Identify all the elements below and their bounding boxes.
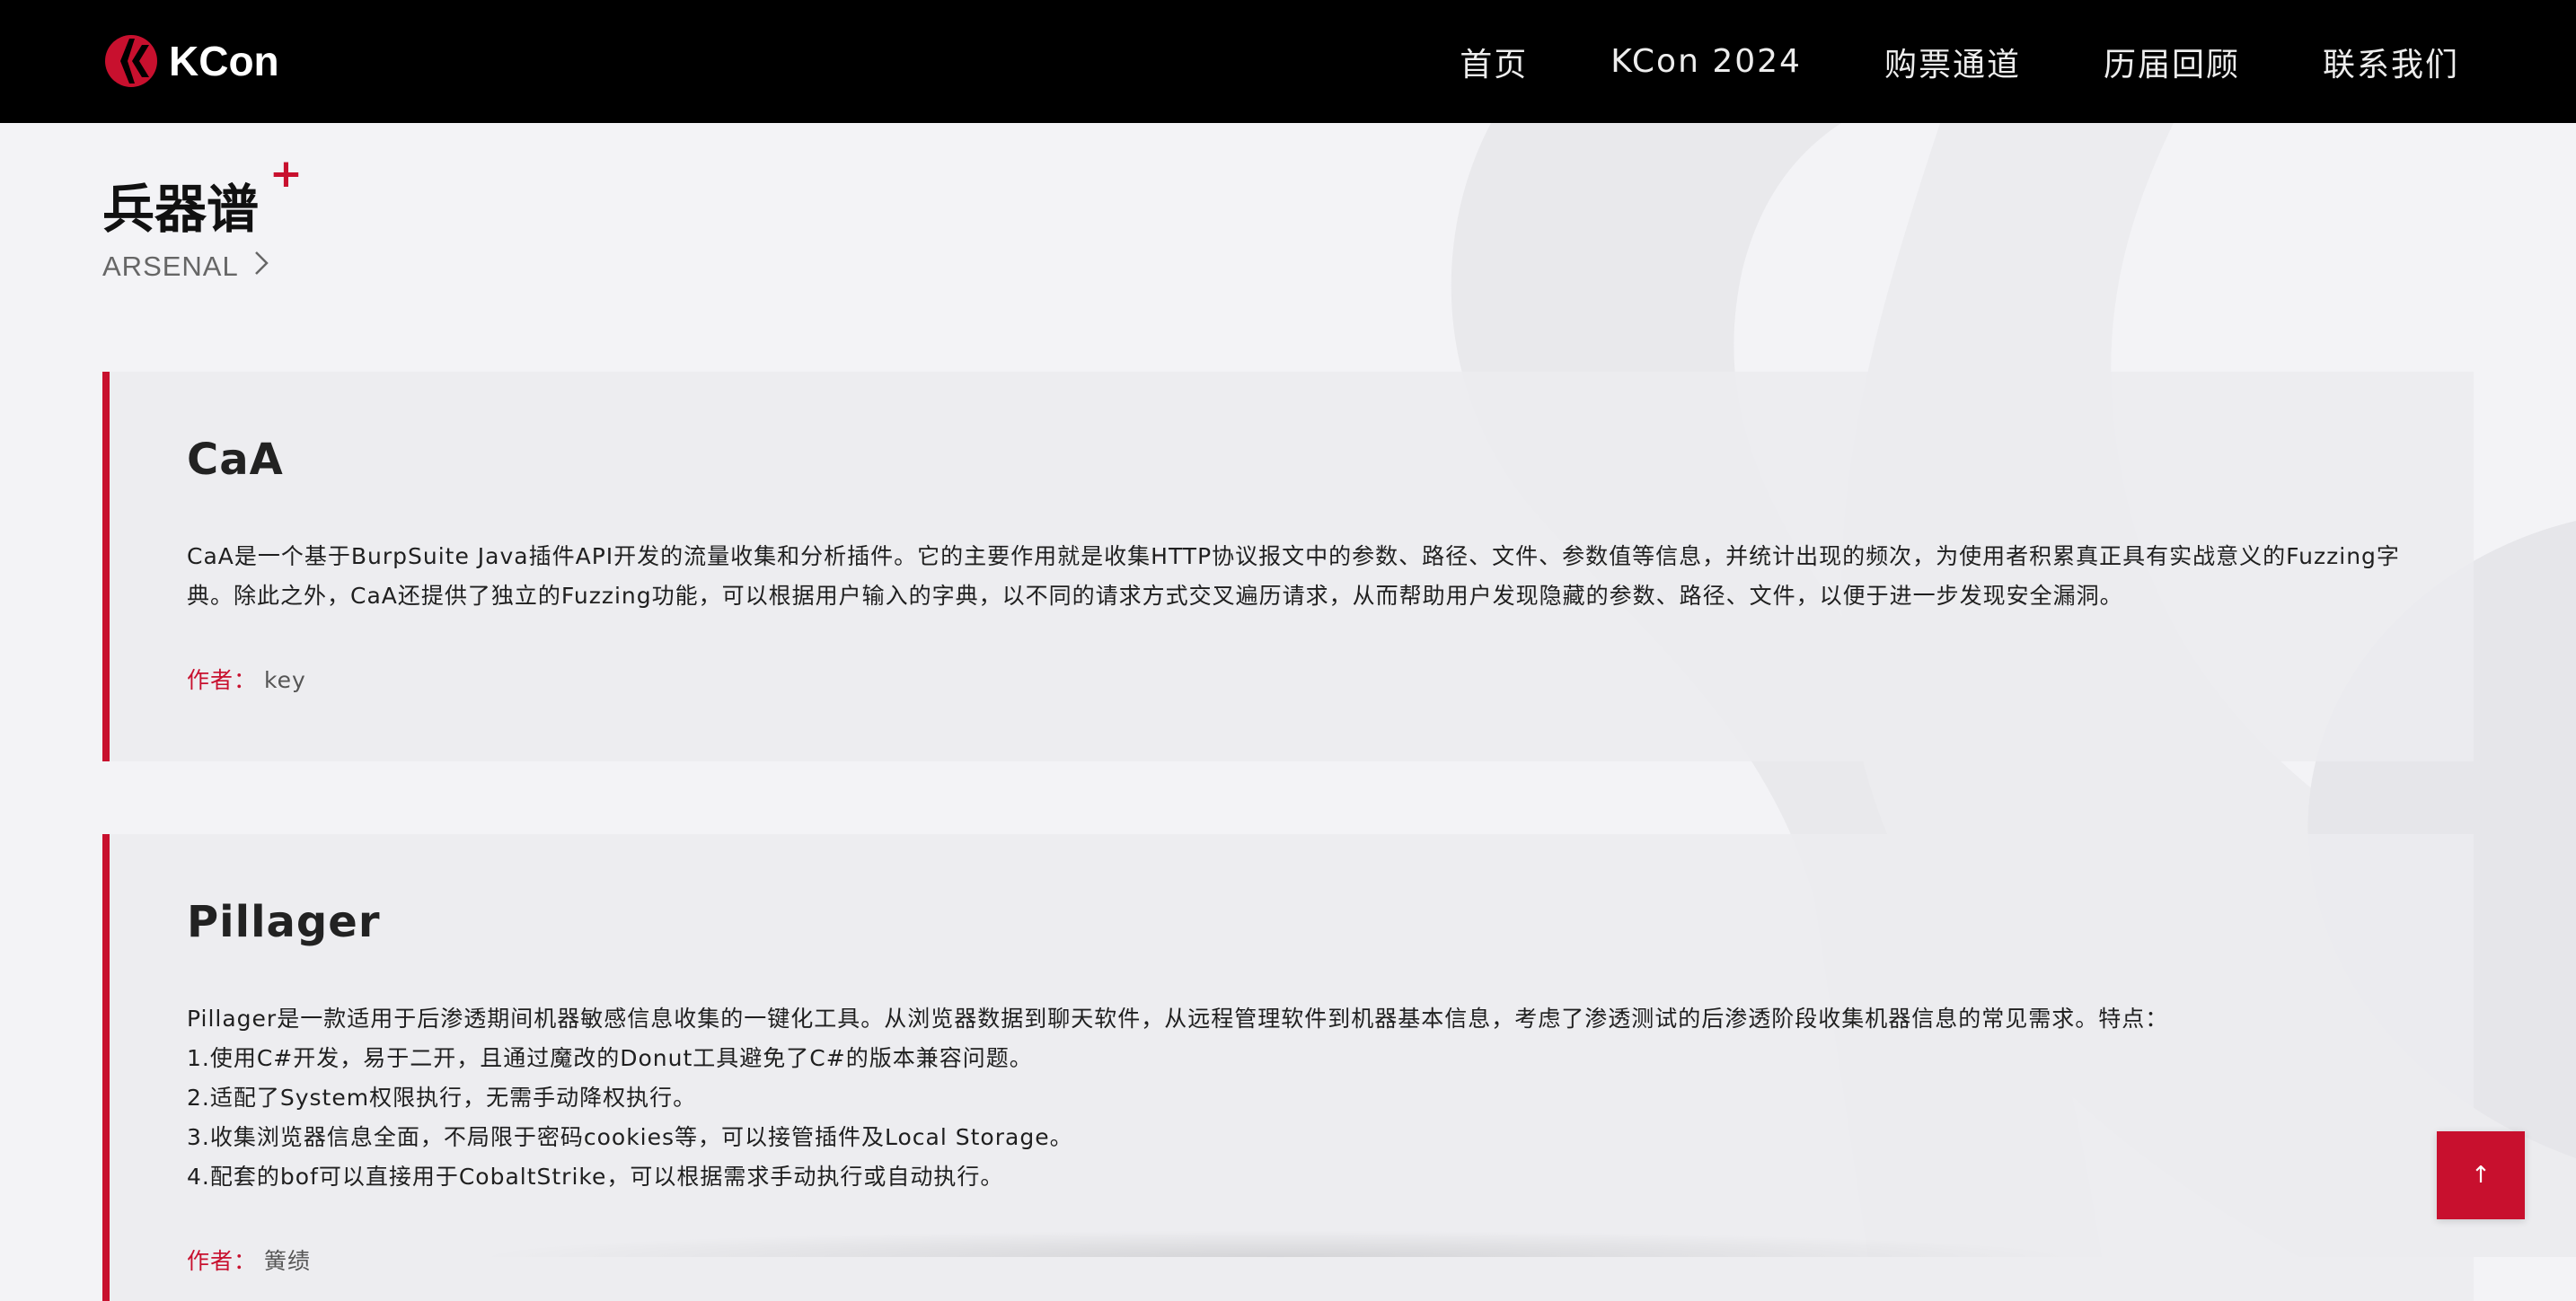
author-label: 作者： [187, 667, 258, 693]
bottom-shadow [467, 1230, 2084, 1257]
title-plus-mark: + [269, 151, 303, 197]
nav-item-tickets[interactable]: 购票通道 [1884, 39, 2021, 85]
card-title: CaA [187, 435, 284, 485]
description-line: 4.配套的bof可以直接用于CobaltStrike，可以根据需求手动执行或自动… [187, 1164, 1004, 1190]
kcon-logo[interactable]: KCon [102, 32, 279, 90]
card-title: Pillager [187, 897, 381, 947]
main-nav: 首页 KCon 2024 购票通道 历届回顾 联系我们 [1377, 0, 2459, 123]
page-title: 兵器谱 [102, 179, 260, 240]
nav-item-home[interactable]: 首页 [1460, 39, 1528, 85]
chevron-right-icon [253, 250, 269, 284]
description-line: CaA是一个基于BurpSuite Java插件API开发的流量收集和分析插件。… [187, 543, 2400, 569]
brand-name: KCon [169, 38, 279, 84]
description-line: 典。除此之外，CaA还提供了独立的Fuzzing功能，可以根据用户输入的字典，以… [187, 583, 2123, 609]
description-line: 1.使用C#开发，易于二开，且通过魔改的Donut工具避免了C#的版本兼容问题。 [187, 1045, 1033, 1071]
top-navigation-bar: KCon 首页 KCon 2024 购票通道 历届回顾 联系我们 [0, 0, 2576, 123]
author-name: 簧绩 [264, 1248, 312, 1274]
nav-item-contact[interactable]: 联系我们 [2323, 39, 2459, 85]
arrow-up-icon: ↑ [2471, 1162, 2491, 1189]
author-label: 作者： [187, 1248, 258, 1274]
section-subtitle-link[interactable]: ARSENAL [102, 250, 269, 284]
card-author: 作者： key [187, 663, 306, 695]
nav-item-history[interactable]: 历届回顾 [2104, 39, 2240, 85]
nav-item-kcon-2024[interactable]: KCon 2024 [1610, 43, 1802, 80]
card-description: Pillager是一款适用于后渗透期间机器敏感信息收集的一键化工具。从浏览器数据… [187, 999, 2414, 1197]
back-to-top-button[interactable]: ↑ [2437, 1131, 2525, 1219]
description-line: 2.适配了System权限执行，无需手动降权执行。 [187, 1085, 697, 1111]
section-subtitle: ARSENAL [102, 251, 239, 282]
arsenal-card: CaA CaA是一个基于BurpSuite Java插件API开发的流量收集和分… [102, 372, 2474, 761]
description-line: Pillager是一款适用于后渗透期间机器敏感信息收集的一键化工具。从浏览器数据… [187, 1006, 2169, 1032]
description-line: 3.收集浏览器信息全面，不局限于密码cookies等，可以接管插件及Local … [187, 1124, 1073, 1150]
card-author: 作者： 簧绩 [187, 1244, 311, 1276]
author-name: key [264, 667, 306, 693]
kcon-logo-icon [105, 35, 157, 87]
card-description: CaA是一个基于BurpSuite Java插件API开发的流量收集和分析插件。… [187, 537, 2414, 616]
